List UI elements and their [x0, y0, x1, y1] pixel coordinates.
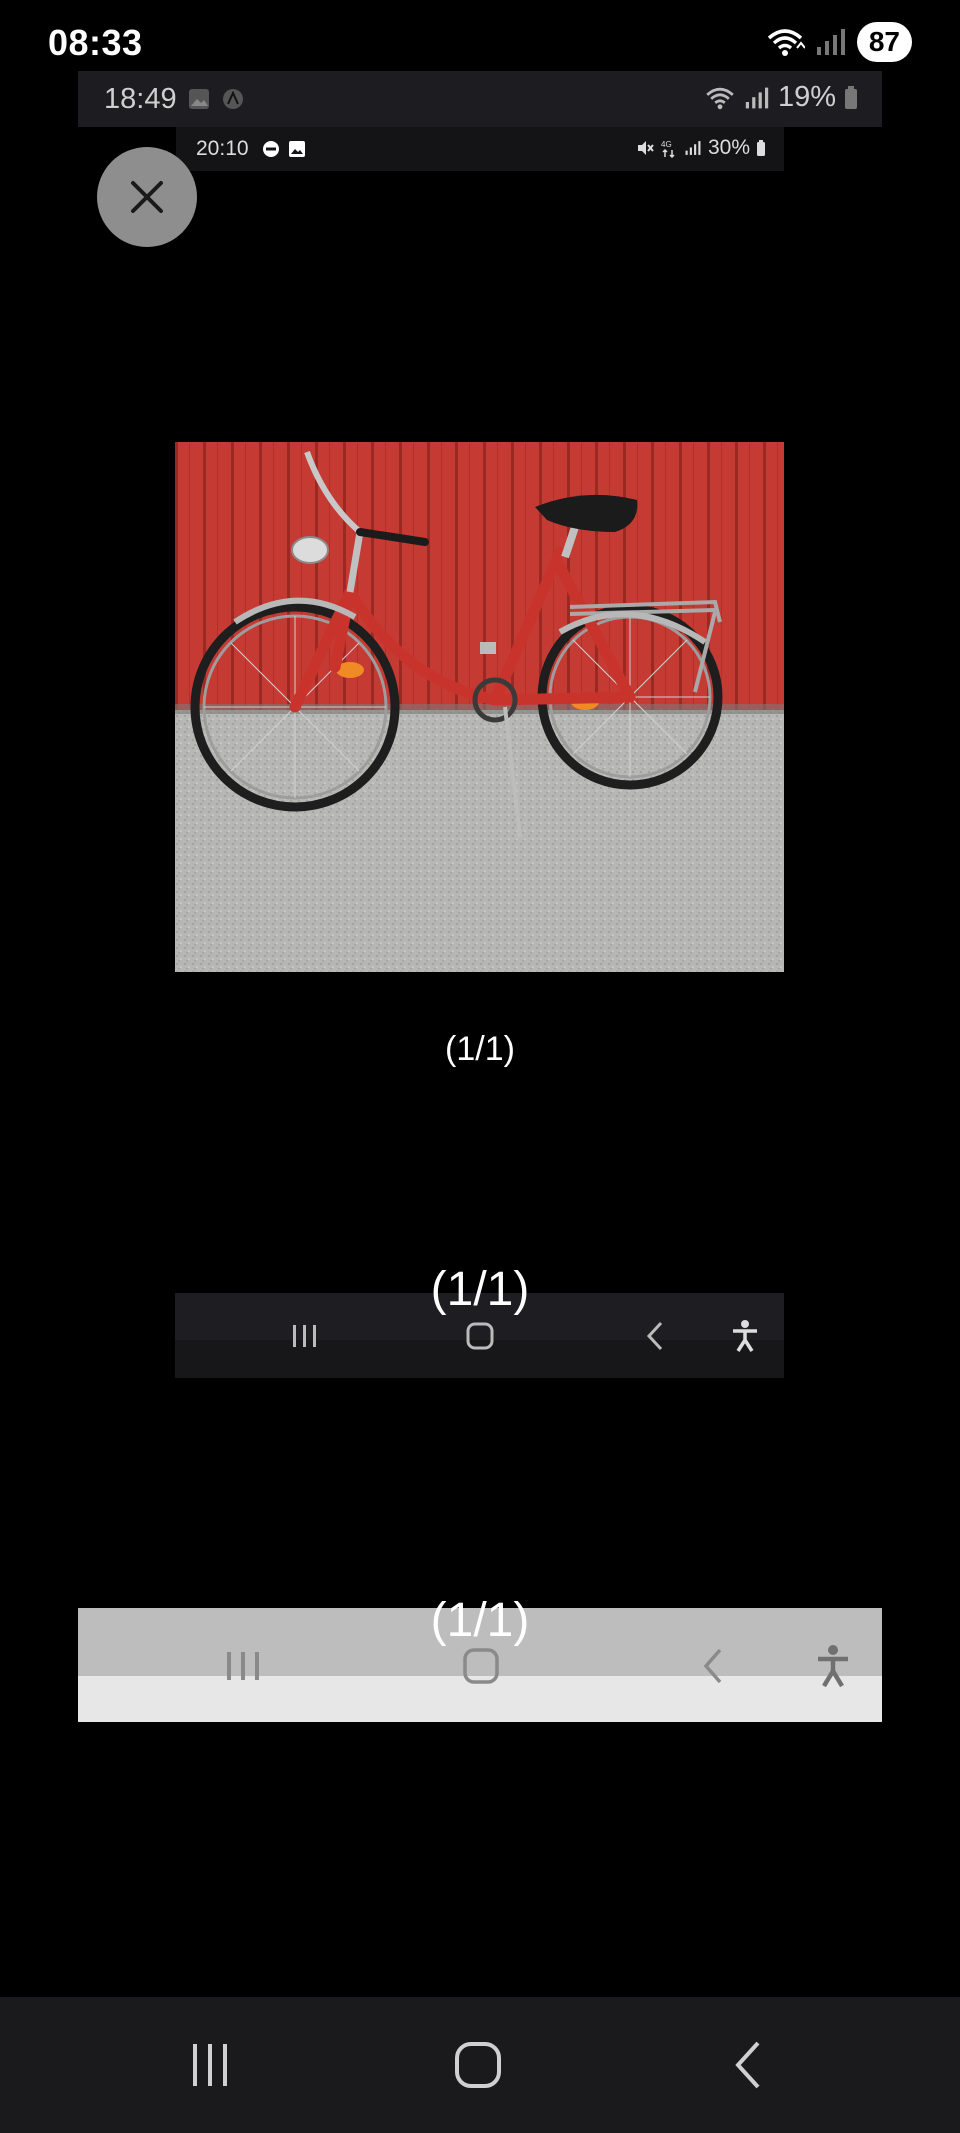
nested-image-counter-2: (1/1) — [430, 1594, 530, 1647]
home-icon — [456, 1644, 506, 1688]
accessibility-icon — [808, 1642, 858, 1690]
recents-icon — [218, 1644, 268, 1688]
signal-icon — [745, 87, 769, 108]
back-icon — [688, 1644, 738, 1688]
mute-icon — [637, 141, 654, 155]
nested-battery-2: 30% — [707, 136, 750, 159]
recents-button[interactable] — [180, 2037, 240, 2093]
back-icon — [635, 1319, 675, 1353]
gallery-icon — [289, 141, 305, 157]
nested-status-time-2: 20:10 — [196, 137, 249, 160]
image-counter: (1/1) — [445, 1030, 515, 1068]
recents-icon — [193, 2044, 227, 2086]
home-button[interactable] — [448, 2037, 508, 2093]
nested-image-counter-1: (1/1) — [430, 1263, 530, 1316]
battery-icon — [845, 85, 857, 109]
signal-icon — [685, 141, 701, 155]
bicycle-photo[interactable] — [175, 442, 784, 972]
nested-battery-1: 19% — [777, 81, 836, 113]
wifi-icon — [767, 29, 805, 56]
nested-status-time-1: 18:49 — [104, 83, 177, 115]
accessibility-icon — [725, 1317, 765, 1355]
signal-icon — [816, 29, 845, 55]
recents-icon — [285, 1319, 325, 1353]
red-bicycle-image — [175, 442, 784, 972]
wifi-icon — [706, 87, 734, 109]
nested-status-bar-2: 20:10 4G 30% — [176, 127, 784, 171]
battery-level: 87 — [856, 22, 912, 62]
status-time: 08:33 — [48, 22, 143, 63]
close-icon — [131, 181, 163, 213]
gallery-icon — [189, 89, 209, 109]
home-icon — [455, 2042, 501, 2088]
back-icon — [735, 2041, 760, 2089]
dnd-icon — [263, 141, 279, 157]
app-notification-icon — [223, 89, 243, 109]
nested-status-bar-1: 18:49 19% — [78, 71, 882, 127]
status-icons: 87 — [765, 22, 912, 62]
home-icon — [460, 1319, 500, 1353]
back-button[interactable] — [718, 2037, 778, 2093]
navigation-bar — [0, 1997, 960, 2133]
svg-text:4G: 4G — [661, 140, 672, 149]
network-4g-icon: 4G — [661, 140, 675, 158]
battery-icon — [757, 140, 765, 156]
close-button[interactable] — [97, 147, 197, 247]
